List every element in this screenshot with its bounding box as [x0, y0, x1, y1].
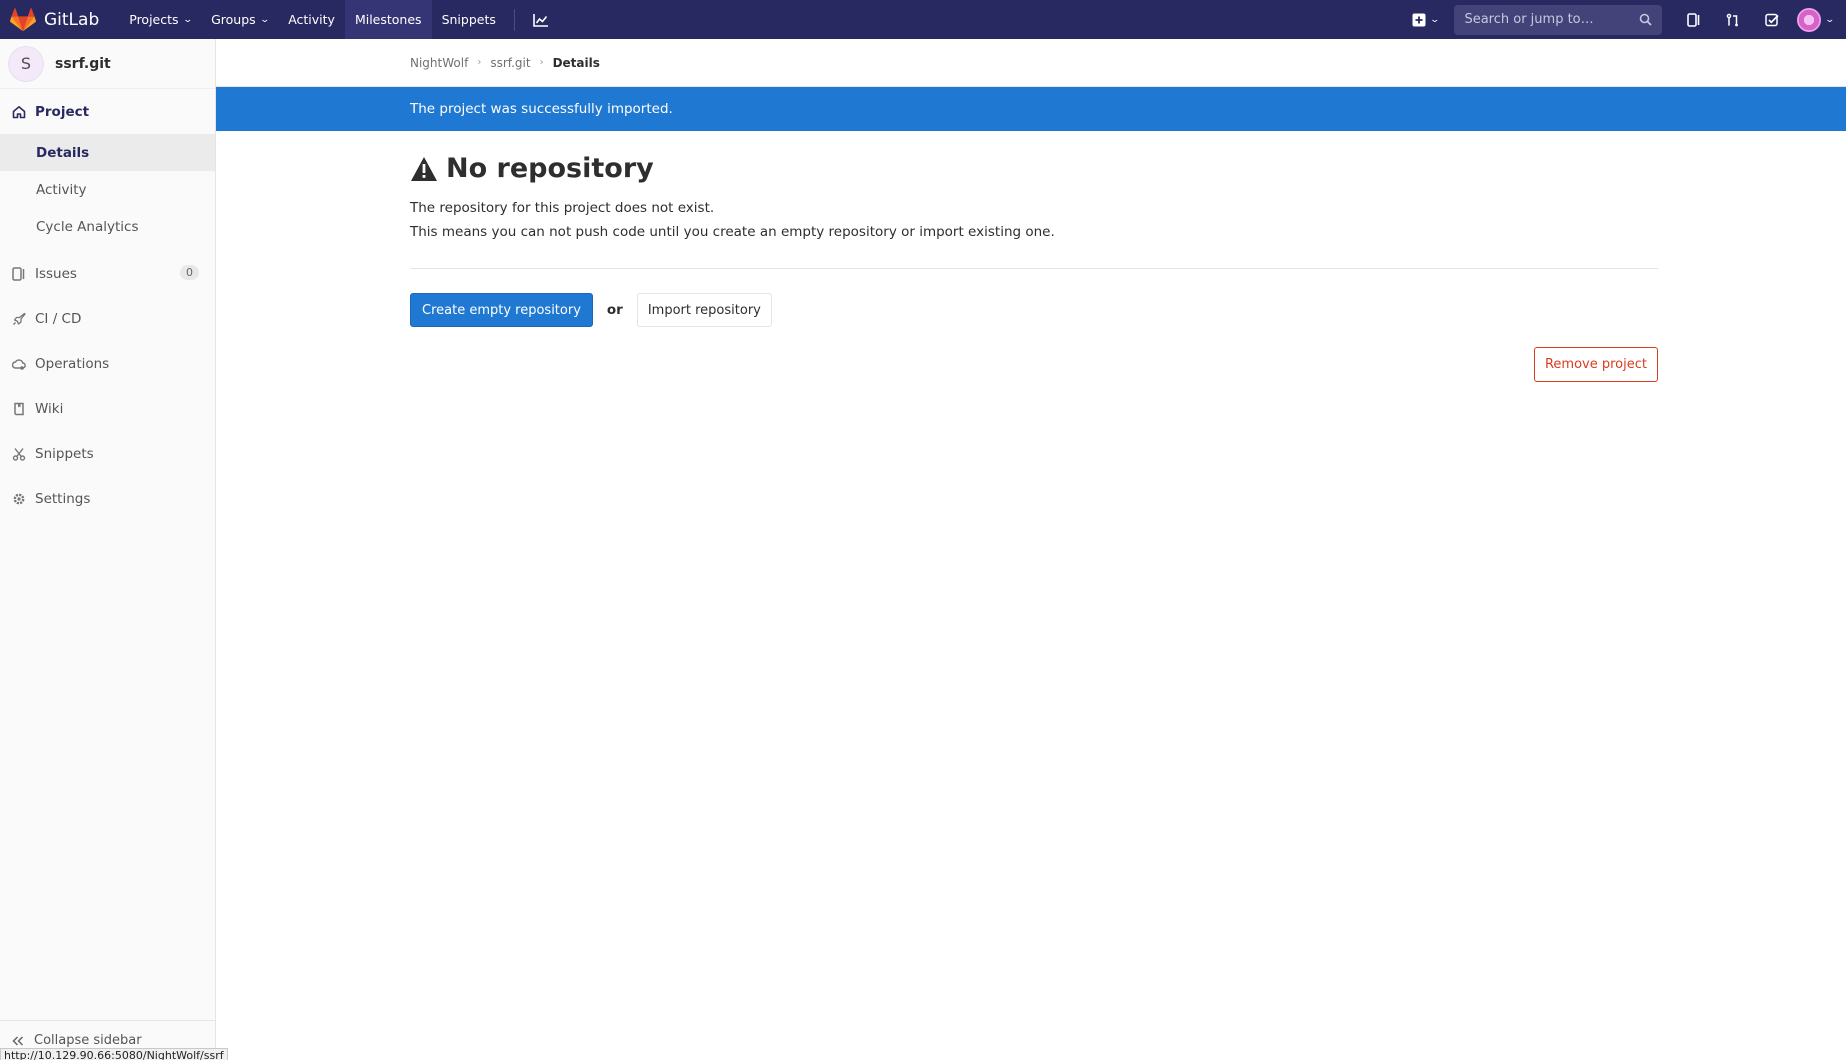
- warning-icon: [411, 156, 437, 181]
- gitlab-home-link[interactable]: GitLab: [0, 0, 99, 39]
- empty-repo-hint: This means you can not push code until y…: [410, 224, 1055, 240]
- nav-divider: [513, 8, 515, 31]
- page-title: No repository: [446, 153, 654, 184]
- sidebar-item-snippets[interactable]: Snippets: [0, 431, 215, 476]
- search-input[interactable]: [1464, 12, 1640, 27]
- sidebar: S ssrf.git Project Details Activity Cycl…: [0, 39, 216, 1060]
- book-icon: [12, 402, 26, 416]
- user-menu[interactable]: ⌄: [1791, 7, 1846, 32]
- nav-right: ⌄ Search or jump to… ⌄: [1404, 0, 1846, 39]
- sidebar-item-label: Wiki: [35, 400, 64, 417]
- flash-message: The project was successfully imported.: [410, 101, 673, 117]
- sidebar-item-label: Operations: [35, 355, 110, 372]
- search-box: [1454, 4, 1663, 35]
- breadcrumb-owner[interactable]: NightWolf: [410, 56, 468, 70]
- breadcrumb-project[interactable]: ssrf.git: [490, 56, 530, 70]
- breadcrumb: NightWolf › ssrf.git › Details: [216, 39, 1846, 87]
- remove-project-row: Remove project: [410, 347, 1658, 382]
- scissors-icon: [12, 447, 26, 461]
- new-dropdown[interactable]: ⌄: [1404, 13, 1447, 27]
- sidebar-item-label: Snippets: [35, 445, 94, 462]
- main-nav: Projects ⌄ Groups ⌄ Activity Milestones …: [119, 0, 559, 39]
- sidebar-item-wiki[interactable]: Wiki: [0, 386, 215, 431]
- project-avatar: S: [8, 45, 44, 82]
- nav-activity-label: Activity: [288, 12, 335, 27]
- issues-button[interactable]: [1674, 0, 1713, 39]
- empty-repo-description: The repository for this project does not…: [410, 200, 715, 216]
- page-title-row: No repository: [410, 153, 1658, 184]
- import-repository-button[interactable]: Import repository: [636, 293, 772, 327]
- top-navbar: GitLab Projects ⌄ Groups ⌄ Activity Mile…: [0, 0, 1846, 39]
- divider: [410, 268, 1658, 269]
- sidebar-item-label: Issues: [35, 265, 77, 282]
- nav-snippets-label: Snippets: [441, 12, 496, 27]
- chevron-right-icon: ›: [477, 57, 482, 68]
- chevron-down-icon: ⌄: [1429, 14, 1440, 25]
- issues-count-badge: 0: [180, 265, 199, 280]
- collapse-sidebar-label: Collapse sidebar: [34, 1033, 142, 1048]
- gitlab-logo-icon: [10, 7, 36, 31]
- merge-requests-button[interactable]: [1713, 0, 1752, 39]
- create-empty-repository-button[interactable]: Create empty repository: [410, 293, 593, 327]
- remove-project-button[interactable]: Remove project: [1533, 347, 1658, 382]
- todos-button[interactable]: [1752, 0, 1791, 39]
- sidebar-item-label: Settings: [35, 490, 91, 507]
- sidebar-item-project[interactable]: Project: [0, 89, 215, 134]
- rocket-icon: [12, 312, 26, 326]
- merge-request-icon: [1726, 13, 1738, 26]
- nav-projects-label: Projects: [129, 12, 179, 27]
- chevron-right-icon: ›: [539, 57, 544, 68]
- sidebar-item-issues[interactable]: Issues 0: [0, 251, 215, 296]
- sidebar-item-ci-cd[interactable]: CI / CD: [0, 296, 215, 341]
- nav-groups[interactable]: Groups ⌄: [201, 0, 278, 39]
- nav-projects[interactable]: Projects ⌄: [119, 0, 201, 39]
- issues-icon: [12, 266, 26, 281]
- browser-status-url: http://10.129.90.66:5080/NightWolf/ssrf: [0, 1048, 228, 1060]
- todo-icon: [1765, 13, 1779, 26]
- nav-activity[interactable]: Activity: [278, 0, 345, 39]
- nav-analytics[interactable]: [523, 0, 559, 39]
- sidebar-subitem-details[interactable]: Details: [0, 134, 215, 171]
- nav-milestones-label: Milestones: [354, 12, 422, 27]
- flash-notice: The project was successfully imported.: [216, 87, 1846, 131]
- brand-name: GitLab: [44, 9, 100, 30]
- sidebar-item-label: CI / CD: [35, 310, 82, 327]
- project-subnav: Details Activity Cycle Analytics: [0, 134, 215, 251]
- search-icon: [1640, 13, 1653, 26]
- gear-icon: [12, 492, 26, 506]
- home-icon: [12, 105, 26, 119]
- issues-icon: [1687, 12, 1700, 27]
- nav-groups-label: Groups: [211, 12, 256, 27]
- chevron-down-icon: ⌄: [259, 14, 270, 25]
- breadcrumb-current[interactable]: Details: [553, 56, 600, 70]
- nav-snippets[interactable]: Snippets: [432, 0, 506, 39]
- sidebar-subitem-activity[interactable]: Activity: [0, 171, 215, 208]
- sidebar-item-operations[interactable]: Operations: [0, 341, 215, 386]
- sidebar-item-label: Project: [35, 103, 90, 120]
- sidebar-project-header[interactable]: S ssrf.git: [0, 39, 215, 89]
- repo-actions: Create empty repository or Import reposi…: [410, 293, 1658, 327]
- avatar: [1797, 7, 1822, 32]
- nav-milestones[interactable]: Milestones: [344, 0, 432, 39]
- cloud-gear-icon: [12, 357, 26, 371]
- plus-square-icon: [1412, 13, 1426, 26]
- sidebar-subitem-cycle-analytics[interactable]: Cycle Analytics: [0, 208, 215, 245]
- chevron-down-icon: ⌄: [1824, 14, 1836, 25]
- chevron-down-icon: ⌄: [182, 14, 193, 25]
- empty-repo-panel: No repository The repository for this pr…: [216, 153, 1658, 382]
- chart-icon: [533, 13, 548, 27]
- sidebar-item-settings[interactable]: Settings: [0, 476, 215, 521]
- double-chevron-left-icon: [12, 1035, 24, 1046]
- or-separator: or: [606, 302, 623, 318]
- main-content: NightWolf › ssrf.git › Details The proje…: [216, 39, 1846, 1060]
- project-name: ssrf.git: [55, 55, 111, 72]
